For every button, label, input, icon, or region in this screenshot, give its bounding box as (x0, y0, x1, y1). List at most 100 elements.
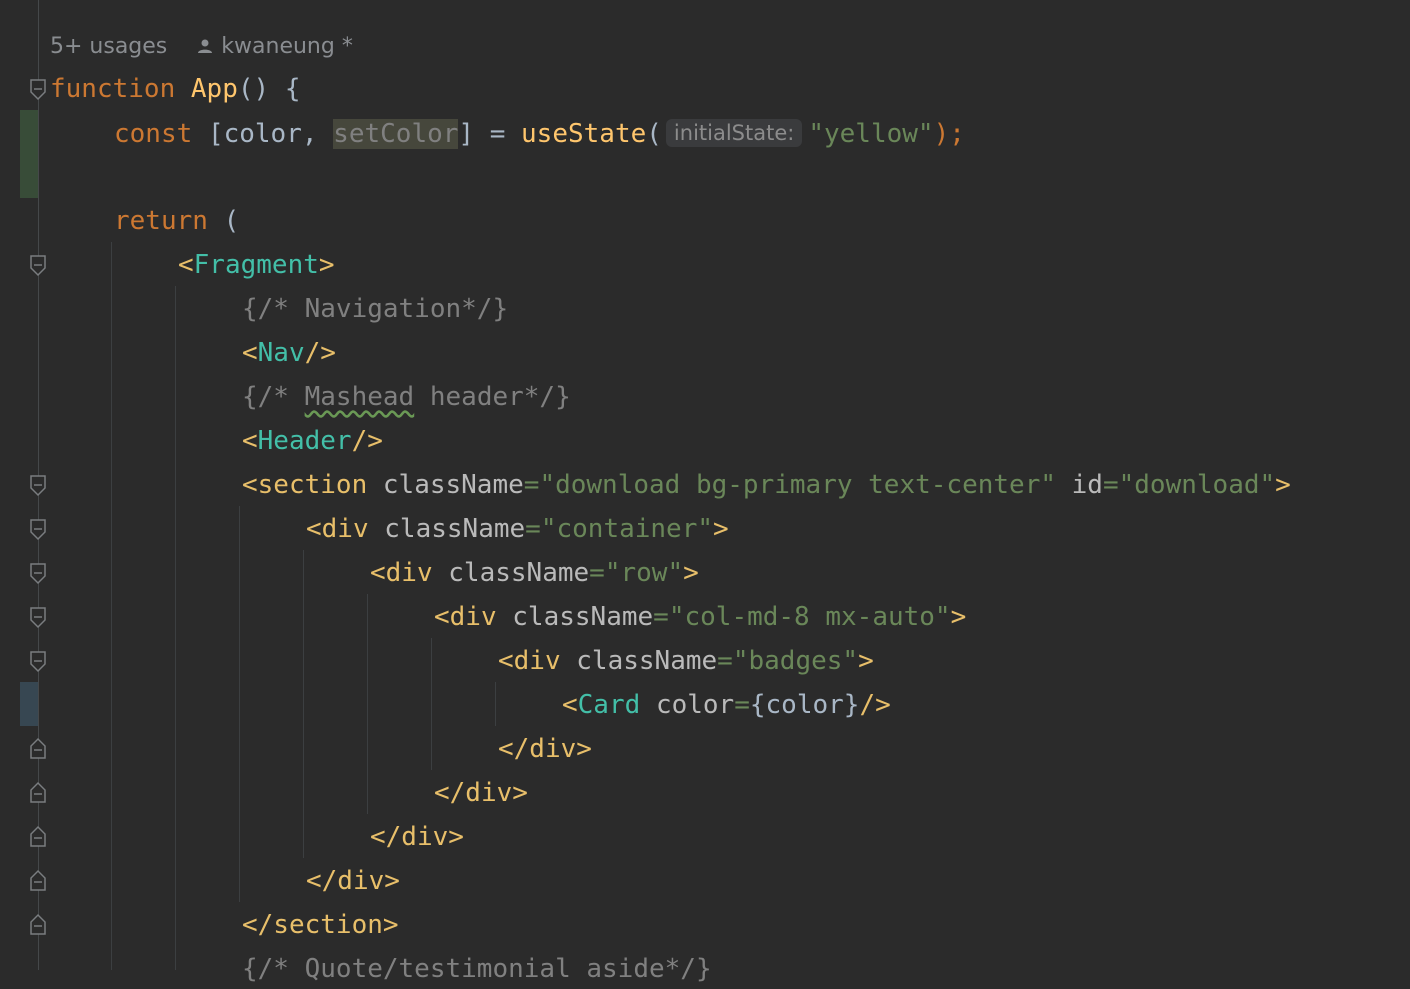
code-vision-hints: 5+ usages kwaneung * (50, 30, 353, 62)
code-line[interactable]: <section className="download bg-primary … (242, 465, 1291, 505)
indent-guide (367, 594, 368, 814)
equals: = (1102, 470, 1119, 500)
attribute-name: className (382, 470, 524, 500)
attribute-value: "download" (1118, 470, 1276, 500)
tag-bracket: < (242, 426, 258, 456)
code-line[interactable]: <Fragment> (178, 245, 335, 285)
attribute-value: "badges" (732, 646, 859, 676)
attribute-name: id (1071, 470, 1103, 500)
tag-close: </div> (498, 734, 592, 764)
tag-bracket: /> (859, 690, 891, 720)
tag-open: <section (242, 470, 368, 500)
tag-bracket: > (1275, 470, 1291, 500)
attribute-value: "col-md-8 mx-auto" (668, 602, 951, 632)
code-line[interactable]: </section> (242, 905, 399, 945)
attribute-value: "row" (604, 558, 684, 588)
punctuation: ); (933, 119, 965, 149)
equals: = (525, 514, 541, 544)
component-name: Nav (257, 338, 305, 368)
indent-guide (431, 638, 432, 770)
destructure-close: ] = (458, 119, 506, 149)
punctuation: () { (237, 74, 301, 104)
attribute-name: className (512, 602, 654, 632)
tag-bracket: > (950, 602, 967, 632)
attribute-value: "container" (540, 514, 714, 544)
keyword: return (114, 206, 208, 236)
tag-bracket: < (562, 690, 578, 720)
attribute-name: className (576, 646, 718, 676)
author-hint[interactable]: kwaneung * (195, 34, 353, 59)
code-line[interactable]: <Nav/> (242, 333, 336, 373)
person-icon (198, 39, 213, 53)
function-name: App (190, 74, 238, 104)
indent-guide (239, 506, 240, 902)
code-line[interactable]: const [color, setColor] = useState(initi… (114, 113, 965, 153)
tag-close: </section> (242, 910, 399, 940)
equals: = (589, 558, 605, 588)
paren: ( (207, 206, 240, 236)
parameter-hint: initialState: (665, 119, 803, 147)
tag-bracket: > (858, 646, 874, 676)
tag-bracket: > (318, 250, 335, 280)
component-name: Card (577, 690, 641, 720)
attribute-name: className (448, 558, 590, 588)
indent-guide (175, 286, 176, 970)
tag-close: </div> (434, 778, 528, 808)
code-line[interactable]: </div> (498, 729, 592, 769)
equals: = (653, 602, 669, 632)
attribute-name: className (384, 514, 526, 544)
tag-bracket: > (683, 558, 699, 588)
code-line[interactable]: {/* Mashead header*/} (242, 377, 571, 417)
code-editor[interactable]: 5+ usages kwaneung * function App() { co… (0, 0, 1410, 985)
indent-guide (303, 550, 304, 858)
unused-variable-highlight[interactable]: setColor (333, 119, 459, 149)
tag-bracket: < (178, 250, 194, 280)
comment: {/* Navigation*/} (242, 294, 509, 324)
code-line[interactable]: </div> (434, 773, 528, 813)
equals: = (734, 690, 750, 720)
code-line[interactable]: <Card color={color}/> (562, 685, 891, 725)
tag-bracket: < (242, 338, 258, 368)
author-name: kwaneung * (221, 33, 353, 59)
hook-call: useState (521, 119, 647, 149)
tag-open: <div (306, 514, 369, 544)
code-line[interactable]: <div className="container"> (306, 509, 729, 549)
attribute-name: color (655, 690, 735, 720)
code-line[interactable]: <div className="badges"> (498, 641, 874, 681)
keyword: function (50, 74, 176, 104)
tag-open: <div (498, 646, 561, 676)
tag-bracket: /> (304, 338, 336, 368)
tag-close: </div> (306, 866, 400, 896)
comment: header*/} (414, 382, 571, 412)
indent-guide (111, 242, 112, 970)
tag-bracket: /> (351, 426, 383, 456)
comment: {/* Quote/testimonial aside*/} (242, 954, 712, 984)
code-line[interactable]: {/* Quote/testimonial aside*/} (242, 949, 712, 989)
code-line[interactable]: </div> (370, 817, 464, 857)
attribute-value: "download bg-primary text-center" (539, 470, 1056, 500)
indent-guide (495, 682, 496, 726)
typo-highlight[interactable]: Mashead (305, 382, 415, 412)
keyword: const (114, 119, 193, 149)
component-name: Header (257, 426, 352, 456)
code-line[interactable]: return ( (114, 201, 239, 241)
jsx-expression: {color} (749, 690, 860, 720)
component-name: Fragment (193, 250, 319, 280)
tag-close: </div> (370, 822, 464, 852)
equals: = (523, 470, 540, 500)
tag-open: <div (434, 602, 497, 632)
code-line[interactable]: <div className="row"> (370, 553, 699, 593)
paren: ( (646, 119, 662, 149)
tag-open: <div (370, 558, 433, 588)
string-literal: "yellow" (808, 119, 934, 149)
comment: {/* (242, 382, 305, 412)
code-line[interactable]: {/* Navigation*/} (242, 289, 508, 329)
code-line[interactable]: </div> (306, 861, 400, 901)
code-line[interactable]: <div className="col-md-8 mx-auto"> (434, 597, 966, 637)
destructure-open: [color, (207, 119, 318, 149)
usages-hint[interactable]: 5+ usages (50, 34, 167, 59)
code-line[interactable]: <Header/> (242, 421, 383, 461)
equals: = (717, 646, 733, 676)
tag-bracket: > (713, 514, 729, 544)
code-line[interactable]: function App() { (50, 69, 300, 109)
